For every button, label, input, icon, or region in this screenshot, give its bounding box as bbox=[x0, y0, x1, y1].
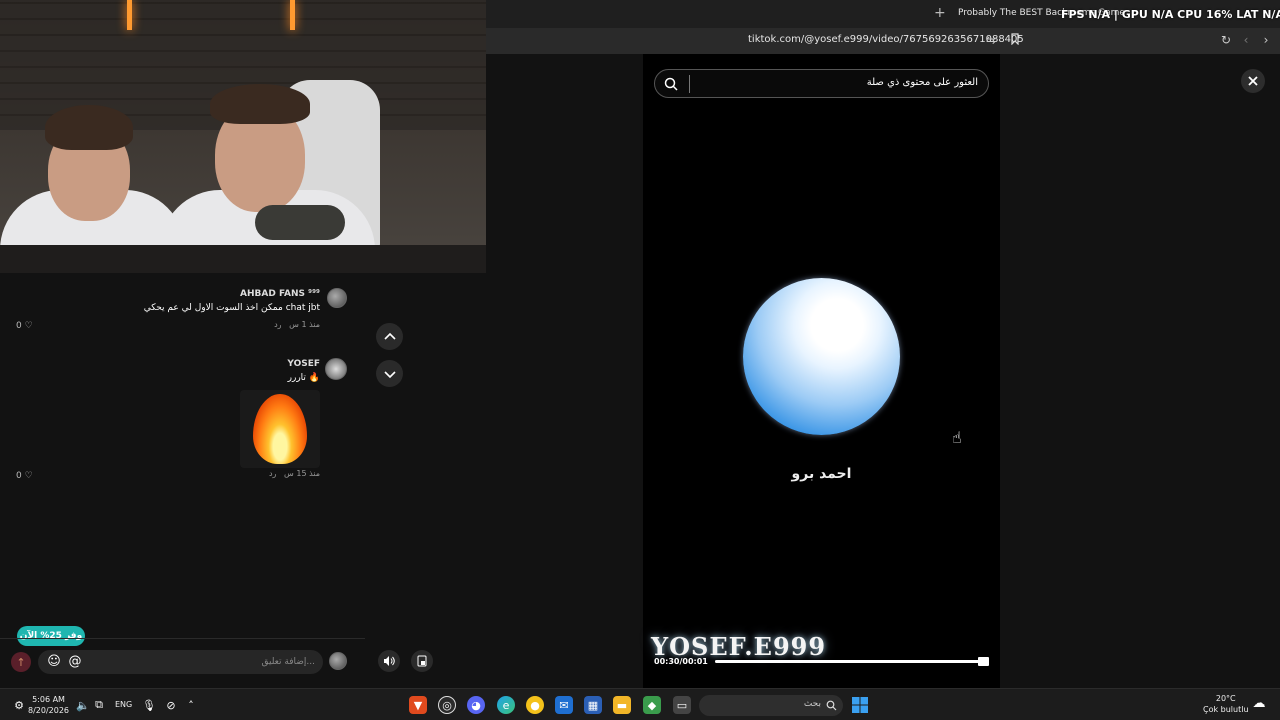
comment-author[interactable]: AHBAD FANS ⁹⁹⁹ bbox=[240, 289, 320, 299]
address-bar: tiktok.com/@yosef.e999/video/76756926356… bbox=[486, 28, 1280, 54]
edge-icon[interactable]: e bbox=[497, 696, 515, 714]
screen: + Probably The BEST Backrooms Game FPS N… bbox=[0, 0, 1280, 720]
back-icon[interactable]: ‹ bbox=[1239, 33, 1253, 47]
hand-cursor-icon: ☝ bbox=[952, 428, 962, 447]
settings-icon[interactable]: ⚙ bbox=[10, 696, 28, 714]
search-placeholder: بحث bbox=[803, 699, 821, 709]
comment-text: تاررر 🔥 bbox=[287, 373, 320, 383]
app-icon[interactable]: ◆ bbox=[643, 696, 661, 714]
weather-desc: Çok bulutlu bbox=[1203, 705, 1249, 714]
new-tab-icon[interactable]: + bbox=[934, 5, 946, 21]
search-icon[interactable] bbox=[663, 76, 679, 92]
clock-date: 8/20/2026 bbox=[28, 706, 70, 715]
store-icon[interactable]: ▦ bbox=[584, 696, 602, 714]
site-settings-icon[interactable]: ⇋ bbox=[984, 33, 998, 47]
webcam-feed bbox=[0, 0, 486, 273]
comment-meta: منذ 1 س رد bbox=[274, 320, 320, 329]
send-button[interactable]: ↑ bbox=[11, 652, 31, 672]
network-icon[interactable]: ⧉ bbox=[90, 696, 108, 714]
clock[interactable]: 5:06 AM 8/20/2026 bbox=[28, 694, 69, 716]
mail-icon[interactable]: ✉ bbox=[555, 696, 573, 714]
volume-icon bbox=[384, 656, 395, 666]
fire-icon bbox=[253, 394, 307, 464]
video-player[interactable]: العثور على محتوى ذي صلة احمد برو YOSEF.E… bbox=[643, 54, 1000, 688]
url-text[interactable]: tiktok.com/@yosef.e999/video/76756926356… bbox=[748, 34, 1024, 45]
clock-time: 5:06 AM bbox=[32, 695, 65, 704]
search-text[interactable]: العثور على محتوى ذي صلة bbox=[867, 77, 978, 88]
language-indicator[interactable]: ENG bbox=[115, 700, 132, 709]
chevron-up-icon[interactable]: ˄ bbox=[182, 696, 200, 714]
like-button[interactable]: 0 ♡ bbox=[16, 471, 33, 481]
cloud-icon: ☁ bbox=[1252, 695, 1266, 711]
reload-icon[interactable]: ↻ bbox=[1219, 33, 1233, 47]
chevron-up-icon bbox=[383, 332, 396, 340]
chevron-down-icon bbox=[383, 370, 396, 378]
blue-orb bbox=[743, 278, 900, 435]
video-caption: احمد برو bbox=[791, 466, 852, 482]
volume-button[interactable] bbox=[378, 650, 400, 672]
video-progress-bar[interactable] bbox=[715, 660, 988, 663]
mention-icon[interactable]: @ bbox=[67, 654, 83, 670]
mute-icon[interactable]: ⊘ bbox=[162, 696, 180, 714]
bookmark-icon[interactable] bbox=[1008, 33, 1022, 47]
task-view-icon[interactable]: ▭ bbox=[673, 696, 691, 714]
file-explorer-icon[interactable]: ▬ bbox=[613, 696, 631, 714]
video-timecode: 00:30/00:01 bbox=[654, 657, 708, 666]
performance-overlay: FPS N/A | GPU N/A CPU 16% LAT N/A bbox=[1061, 8, 1280, 21]
neon-light bbox=[127, 0, 132, 30]
like-count: 0 bbox=[16, 471, 22, 481]
windows-start-icon[interactable] bbox=[851, 696, 869, 714]
browser-tab-bar: + Probably The BEST Backrooms Game FPS N… bbox=[486, 0, 1280, 28]
comment-time: منذ 15 س bbox=[284, 469, 320, 478]
picture-in-picture-button[interactable] bbox=[411, 650, 433, 672]
comment-author[interactable]: YOSEF bbox=[287, 359, 320, 369]
brave-browser-icon[interactable]: ▼ bbox=[409, 696, 427, 714]
search-separator bbox=[689, 75, 690, 93]
close-icon bbox=[1248, 76, 1258, 86]
like-count: 0 bbox=[16, 321, 22, 331]
reply-link[interactable]: رد bbox=[269, 469, 276, 478]
next-video-button[interactable] bbox=[376, 360, 403, 387]
comment-time: منذ 1 س bbox=[289, 320, 320, 329]
progress-handle[interactable] bbox=[978, 657, 989, 666]
desk bbox=[0, 245, 486, 273]
fire-sticker bbox=[240, 390, 320, 468]
search-bar[interactable]: العثور على محتوى ذي صلة bbox=[654, 69, 989, 98]
close-button[interactable] bbox=[1241, 69, 1265, 93]
avatar[interactable] bbox=[325, 358, 347, 380]
pip-icon bbox=[417, 655, 427, 667]
like-button[interactable]: 0 ♡ bbox=[16, 321, 33, 331]
search-icon bbox=[826, 700, 837, 711]
comment-meta: منذ 15 س رد bbox=[269, 469, 320, 478]
previous-video-button[interactable] bbox=[376, 323, 403, 350]
microphone-icon[interactable]: 🎙 bbox=[140, 696, 158, 714]
weather-widget[interactable]: 20°C Çok bulutlu bbox=[1203, 693, 1249, 715]
comment-input-bar: ↑ ☺ @ bbox=[0, 638, 365, 688]
chrome-icon[interactable]: ● bbox=[526, 696, 544, 714]
forward-icon[interactable]: › bbox=[1259, 33, 1273, 47]
heart-icon: ♡ bbox=[24, 321, 33, 331]
avatar[interactable] bbox=[327, 288, 347, 308]
comment-text: ممكن اخذ السوت الاول لي عم يحكي chat jbt bbox=[143, 303, 320, 313]
emoji-icon[interactable]: ☺ bbox=[46, 654, 62, 670]
microphone bbox=[255, 205, 345, 240]
weather-temp: 20°C bbox=[1215, 694, 1236, 703]
avatar bbox=[329, 652, 347, 670]
steam-icon[interactable]: ◎ bbox=[438, 696, 456, 714]
video-progress-fill bbox=[715, 660, 983, 663]
discord-icon[interactable]: ◕ bbox=[467, 696, 485, 714]
heart-icon: ♡ bbox=[24, 471, 33, 481]
reply-link[interactable]: رد bbox=[274, 320, 281, 329]
neon-light bbox=[290, 0, 295, 30]
taskbar: ⚙ 5:06 AM 8/20/2026 🔈 ⧉ ENG 🎙 ⊘ ˄ ▼ ◎ ◕ … bbox=[0, 688, 1280, 720]
taskbar-search[interactable]: بحث bbox=[699, 695, 843, 716]
